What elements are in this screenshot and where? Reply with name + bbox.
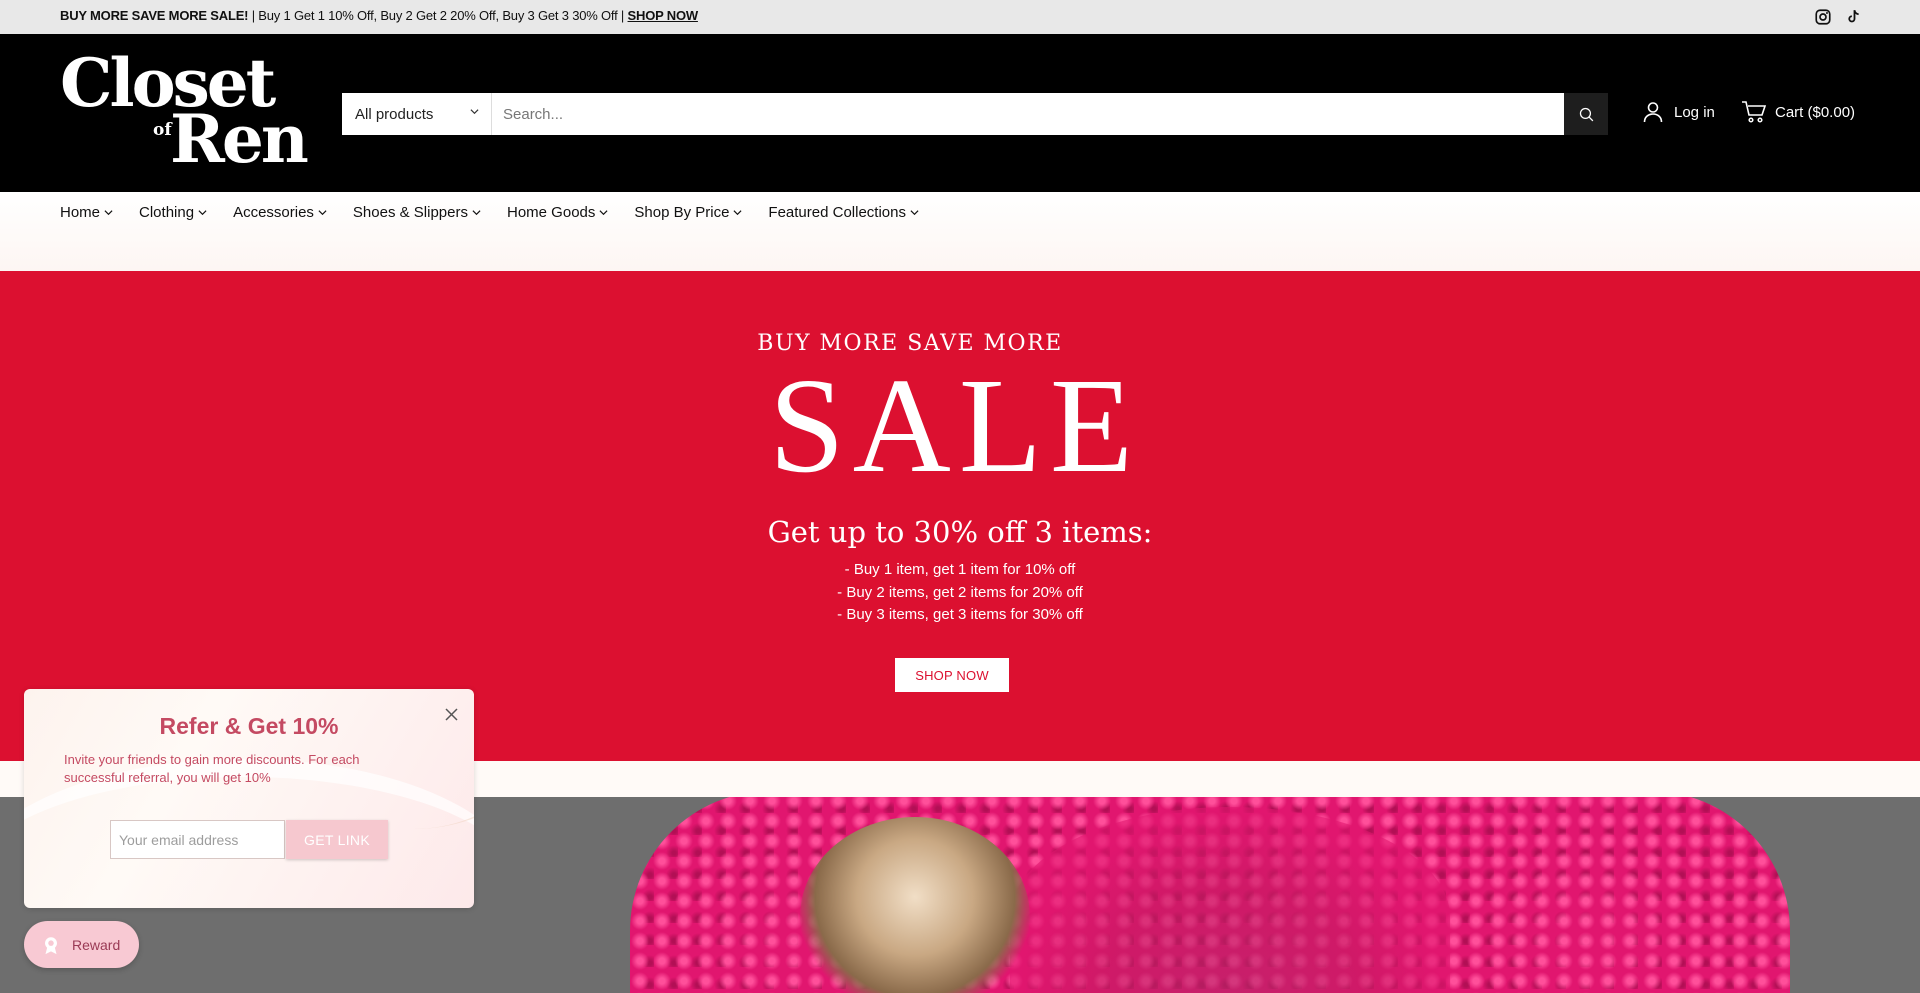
social-links <box>1814 8 1862 26</box>
reward-label: Reward <box>72 936 121 953</box>
search-input[interactable] <box>492 93 1608 135</box>
nav-item-home-goods[interactable]: Home Goods <box>507 204 608 221</box>
logo-line-3: Ren <box>170 100 309 178</box>
cart-label: Cart ($0.00) <box>1775 103 1856 121</box>
search-bar: All products <box>342 93 1608 135</box>
search-button[interactable] <box>1564 93 1608 135</box>
search-category-value: All products <box>355 105 434 123</box>
refer-email-field[interactable] <box>110 820 285 859</box>
chevron-down-icon <box>472 210 481 216</box>
nav-item-label: Clothing <box>139 204 195 221</box>
nav-items: Home Clothing Accessories Shoes & Slippe… <box>60 204 945 221</box>
hero-offer-line: - Buy 2 items, get 2 items for 20% off <box>837 583 1083 601</box>
site-logo[interactable]: Closet of Ren <box>60 50 310 180</box>
announcement-text: BUY MORE SAVE MORE SALE! | Buy 1 Get 1 1… <box>60 8 698 23</box>
main-nav: Home Clothing Accessories Shoes & Slippe… <box>0 192 1920 271</box>
chevron-down-icon <box>599 210 608 216</box>
nav-item-label: Shop By Price <box>634 204 730 221</box>
announcement-shop-now-link[interactable]: SHOP NOW <box>628 8 699 23</box>
login-link[interactable]: Log in <box>1641 100 1715 124</box>
search-category-select[interactable]: All products <box>342 93 492 135</box>
nav-item-home[interactable]: Home <box>60 204 113 221</box>
tiktok-icon[interactable] <box>1844 8 1862 26</box>
hero-subtitle: Get up to 30% off 3 items: <box>767 515 1153 549</box>
login-label: Log in <box>1674 103 1715 121</box>
cart-icon <box>1742 101 1767 123</box>
nav-item-featured-collections[interactable]: Featured Collections <box>768 204 919 221</box>
hero-offer-list: - Buy 1 item, get 1 item for 10% off - B… <box>0 559 1920 627</box>
chevron-down-icon <box>910 210 919 216</box>
chevron-down-icon <box>198 210 207 216</box>
nav-item-label: Home <box>60 204 101 221</box>
nav-item-label: Home Goods <box>507 204 596 221</box>
nav-item-label: Featured Collections <box>768 204 906 221</box>
hero-offer-line: - Buy 1 item, get 1 item for 10% off <box>844 561 1076 578</box>
nav-item-shoes-slippers[interactable]: Shoes & Slippers <box>353 204 481 221</box>
announcement-bold: BUY MORE SAVE MORE SALE! <box>60 8 249 23</box>
nav-item-accessories[interactable]: Accessories <box>233 204 327 221</box>
user-icon <box>1643 102 1663 123</box>
hero-title: SALE <box>769 351 1141 501</box>
chevron-down-icon <box>470 109 479 115</box>
cart-link[interactable]: Cart ($0.00) <box>1741 100 1855 124</box>
hero-shop-now-button[interactable]: SHOP NOW <box>895 658 1009 692</box>
get-link-button[interactable]: GET LINK <box>286 820 388 859</box>
logo-line-2: of <box>153 120 172 140</box>
search-icon <box>1579 107 1593 121</box>
nav-item-label: Shoes & Slippers <box>352 204 468 221</box>
sale-hero-banner: BUY MORE SAVE MORE SALE Get up to 30% of… <box>0 271 1920 761</box>
site-header: Closet of Ren All products Log in Cart (… <box>0 34 1920 192</box>
announcement-bar: BUY MORE SAVE MORE SALE! | Buy 1 Get 1 1… <box>0 0 1920 34</box>
hero-offer-line: - Buy 3 items, get 3 items for 30% off <box>837 606 1083 623</box>
instagram-icon[interactable] <box>1814 8 1832 26</box>
nav-item-shop-by-price[interactable]: Shop By Price <box>634 204 742 221</box>
refer-title: Refer & Get 10% <box>159 713 339 739</box>
chevron-down-icon <box>104 210 113 216</box>
refer-description: Invite your friends to gain more discoun… <box>64 752 360 785</box>
nav-item-label: Accessories <box>233 204 314 221</box>
announcement-details: | Buy 1 Get 1 10% Off, Buy 2 Get 2 20% O… <box>248 8 628 23</box>
chevron-down-icon <box>733 210 742 216</box>
refer-popup: Refer & Get 10% Invite your friends to g… <box>24 689 474 908</box>
reward-button[interactable]: Reward <box>24 921 139 968</box>
chevron-down-icon <box>318 210 327 216</box>
reward-badge-icon <box>45 936 57 954</box>
nav-item-clothing[interactable]: Clothing <box>139 204 207 221</box>
